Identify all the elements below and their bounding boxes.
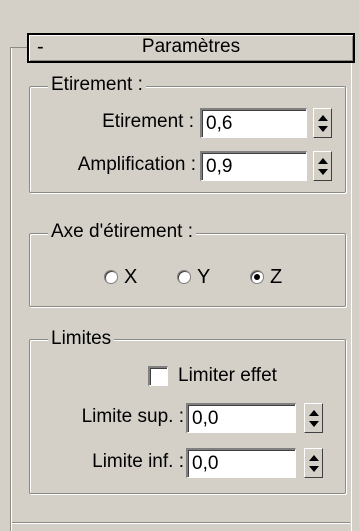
rollout-title[interactable]: Paramètres — [27, 35, 355, 59]
upper-limit-label: Limite sup. : — [81, 406, 184, 427]
spinner-down-icon[interactable] — [318, 169, 328, 175]
radio-y-label[interactable]: Y — [197, 265, 210, 289]
lower-limit-label: Limite inf. : — [92, 451, 184, 472]
radio-selected-dot — [254, 274, 260, 280]
stretch-group-title: Etirement : — [48, 74, 146, 96]
spinner-down-icon[interactable] — [309, 466, 319, 472]
upper-limit-spinner[interactable] — [304, 403, 323, 433]
amplify-input[interactable] — [206, 154, 306, 180]
spinner-up-icon[interactable] — [318, 115, 328, 121]
axis-group-title: Axe d'étirement : — [48, 221, 196, 243]
spinner-down-icon[interactable] — [318, 126, 328, 132]
lower-limit-spinner[interactable] — [304, 448, 323, 478]
spinner-up-icon[interactable] — [309, 410, 319, 416]
amplify-label: Amplification : — [77, 154, 196, 175]
radio-z[interactable] — [250, 270, 264, 284]
limits-group-title: Limites — [48, 328, 115, 350]
upper-limit-field[interactable] — [186, 403, 296, 433]
upper-limit-input[interactable] — [192, 406, 292, 432]
spinner-up-icon[interactable] — [318, 158, 328, 164]
limit-effect-label[interactable]: Limiter effet — [178, 364, 277, 388]
amplify-field[interactable] — [200, 151, 307, 181]
amplify-spinner[interactable] — [313, 151, 332, 181]
lower-limit-field[interactable] — [186, 448, 296, 478]
panel-bottom-divider-highlight — [12, 523, 350, 524]
radio-z-label[interactable]: Z — [270, 265, 282, 289]
stretch-label: Etirement : — [102, 111, 194, 132]
stretch-field[interactable] — [200, 108, 307, 138]
stretch-spinner[interactable] — [313, 108, 332, 138]
spinner-up-icon[interactable] — [309, 455, 319, 461]
spinner-down-icon[interactable] — [309, 421, 319, 427]
radio-y[interactable] — [177, 270, 191, 284]
stretch-input[interactable] — [206, 111, 306, 137]
radio-x-label[interactable]: X — [124, 265, 137, 289]
radio-x[interactable] — [104, 270, 118, 284]
limit-effect-checkbox[interactable] — [148, 366, 168, 386]
lower-limit-input[interactable] — [192, 451, 292, 477]
